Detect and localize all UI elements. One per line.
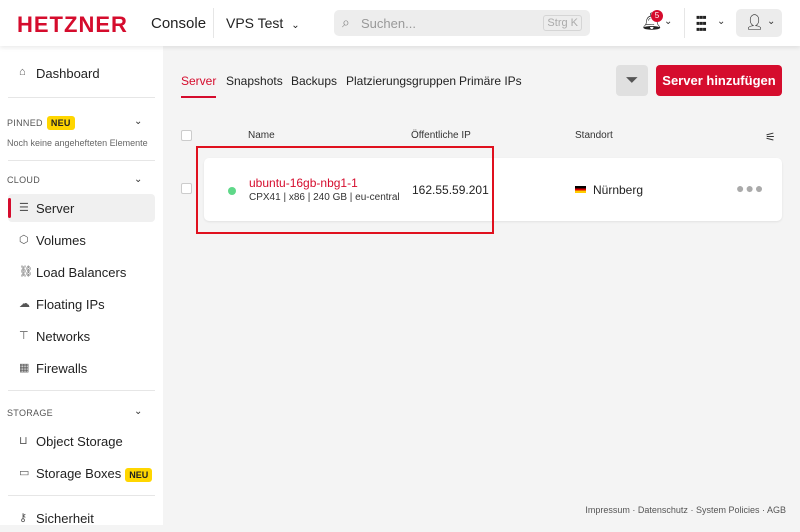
sidebar-item-label: Sicherheit <box>36 511 94 526</box>
top-bar: HETZNER Console VPS Test ⌄ ⌕ Suchen... S… <box>0 0 800 46</box>
select-all-checkbox[interactable] <box>181 130 192 141</box>
new-badge: NEU <box>46 116 75 130</box>
sidebar-item-label: Object Storage <box>36 434 123 449</box>
chevron-down-icon[interactable]: ⌄ <box>134 174 142 185</box>
sidebar-item-label: Floating IPs <box>36 297 105 312</box>
bucket-icon: ⊔ <box>19 435 28 447</box>
chevron-down-icon[interactable]: ⌄ <box>717 16 725 27</box>
table-row[interactable]: ubuntu-16gb-nbg1-1 CPX41 | x86 | 240 GB … <box>204 158 782 221</box>
sidebar-item-dashboard[interactable]: ⌂ Dashboard <box>8 59 155 87</box>
section-title: PINNED <box>7 118 43 128</box>
server-icon: ☰ <box>19 202 29 214</box>
divider <box>684 8 685 38</box>
sidebar-item-object-storage[interactable]: ⊔ Object Storage <box>8 427 155 455</box>
column-header-location[interactable]: Standort <box>575 130 613 141</box>
search-placeholder: Suchen... <box>361 16 416 31</box>
tab-backups[interactable]: Backups <box>291 74 337 96</box>
search-input[interactable]: ⌕ Suchen... Strg K <box>334 10 590 36</box>
footer-link-system-policies[interactable]: System Policies <box>696 505 760 515</box>
tab-server[interactable]: Server <box>181 74 217 98</box>
divider <box>8 160 155 161</box>
germany-flag-icon <box>575 186 586 193</box>
tab-snapshots[interactable]: Snapshots <box>226 74 283 96</box>
filter-icon: ⏷ <box>625 72 639 89</box>
project-name: VPS Test <box>226 15 284 31</box>
footer-links: Impressum · Datenschutz · System Policie… <box>585 505 786 515</box>
network-icon: ⊤ <box>19 330 29 342</box>
tab-placement-groups[interactable]: Platzierungsgruppen <box>346 74 456 96</box>
sidebar-item-volumes[interactable]: ⬡ Volumes <box>8 226 155 254</box>
server-ip[interactable]: 162.55.59.201 <box>412 183 489 197</box>
home-icon: ⌂ <box>19 66 26 78</box>
chevron-down-icon[interactable]: ⌄ <box>664 16 672 27</box>
chevron-down-icon[interactable]: ⌄ <box>134 406 142 417</box>
divider <box>8 390 155 391</box>
sidebar-item-firewalls[interactable]: ▦ Firewalls <box>8 354 155 382</box>
tab-primary-ips[interactable]: Primäre IPs <box>459 74 522 96</box>
add-server-button[interactable]: Server hinzufügen <box>656 65 782 96</box>
apps-grid-icon[interactable]: ▪▪▪ ▪▪▪ ▪▪▪ <box>696 11 712 35</box>
search-icon: ⌕ <box>342 14 350 30</box>
firewall-icon: ▦ <box>19 362 30 374</box>
sidebar-item-server[interactable]: ☰ Server <box>8 194 155 222</box>
chevron-down-icon: ⌄ <box>291 20 300 31</box>
divider <box>8 97 155 98</box>
cube-icon: ⬡ <box>19 234 29 246</box>
sidebar-item-label: Networks <box>36 329 91 344</box>
load-balancer-icon: ⛓ <box>19 266 33 278</box>
pinned-section-header[interactable]: PINNED NEU <box>7 116 75 130</box>
search-shortcut: Strg K <box>543 15 582 31</box>
footer-link-impressum[interactable]: Impressum <box>585 505 630 515</box>
sidebar-item-label: Volumes <box>36 233 86 248</box>
key-icon: ⚷ <box>19 512 28 524</box>
sidebar-item-label: Server <box>36 201 75 216</box>
row-checkbox[interactable] <box>181 183 192 194</box>
sidebar-item-networks[interactable]: ⊤ Networks <box>8 322 155 350</box>
filter-button[interactable]: ⏷ <box>616 65 648 96</box>
sidebar-item-label: Load Balancers <box>36 265 127 280</box>
sidebar-item-label: Storage Boxes <box>36 466 122 481</box>
app-name: Console <box>151 15 207 32</box>
hetzner-logo[interactable]: HETZNER <box>17 12 128 38</box>
sidebar: ⌂ Dashboard PINNED NEU ⌄ Noch keine angehe… <box>0 46 163 526</box>
chevron-down-icon[interactable]: ⌄ <box>134 116 142 127</box>
divider <box>8 495 155 496</box>
sidebar-item-load-balancers[interactable]: ⛓ Load Balancers <box>8 258 155 286</box>
pinned-empty-text: Noch keine angehefteten Elemente <box>7 138 148 148</box>
footer-link-agb[interactable]: AGB <box>767 505 786 515</box>
sidebar-item-label: Dashboard <box>36 66 100 81</box>
project-selector[interactable]: VPS Test ⌄ <box>226 15 300 31</box>
column-header-ip[interactable]: Öffentliche IP <box>411 130 471 141</box>
footer-link-datenschutz[interactable]: Datenschutz <box>638 505 688 515</box>
user-menu-button[interactable]: 👤︎ ⌄ <box>736 9 782 37</box>
server-location: Nürnberg <box>593 183 644 197</box>
storage-section-header[interactable]: STORAGE <box>7 408 53 418</box>
floating-ip-icon: ☁ <box>19 298 30 310</box>
divider <box>213 8 214 38</box>
sidebar-item-storage-boxes[interactable]: ▭ Storage Boxes NEU <box>8 459 155 487</box>
sidebar-item-floating-ips[interactable]: ☁ Floating IPs <box>8 290 155 318</box>
new-badge: NEU <box>125 468 153 482</box>
column-header-name[interactable]: Name <box>248 130 275 141</box>
user-icon: 👤︎ <box>745 14 765 31</box>
notification-badge: 5 <box>651 10 663 22</box>
chevron-down-icon: ⌄ <box>767 16 776 27</box>
status-running-icon <box>228 187 236 195</box>
server-specs: CPX41 | x86 | 240 GB | eu-central <box>249 192 400 203</box>
sidebar-item-security[interactable]: ⚷ Sicherheit <box>8 504 155 532</box>
sidebar-item-label: Firewalls <box>36 361 88 376</box>
server-name-link[interactable]: ubuntu-16gb-nbg1-1 <box>249 176 358 190</box>
cloud-section-header[interactable]: CLOUD <box>7 175 40 185</box>
column-settings-icon[interactable]: ⚟ <box>765 130 776 144</box>
box-icon: ▭ <box>19 467 30 479</box>
more-options-icon[interactable]: ●●● <box>736 180 764 196</box>
